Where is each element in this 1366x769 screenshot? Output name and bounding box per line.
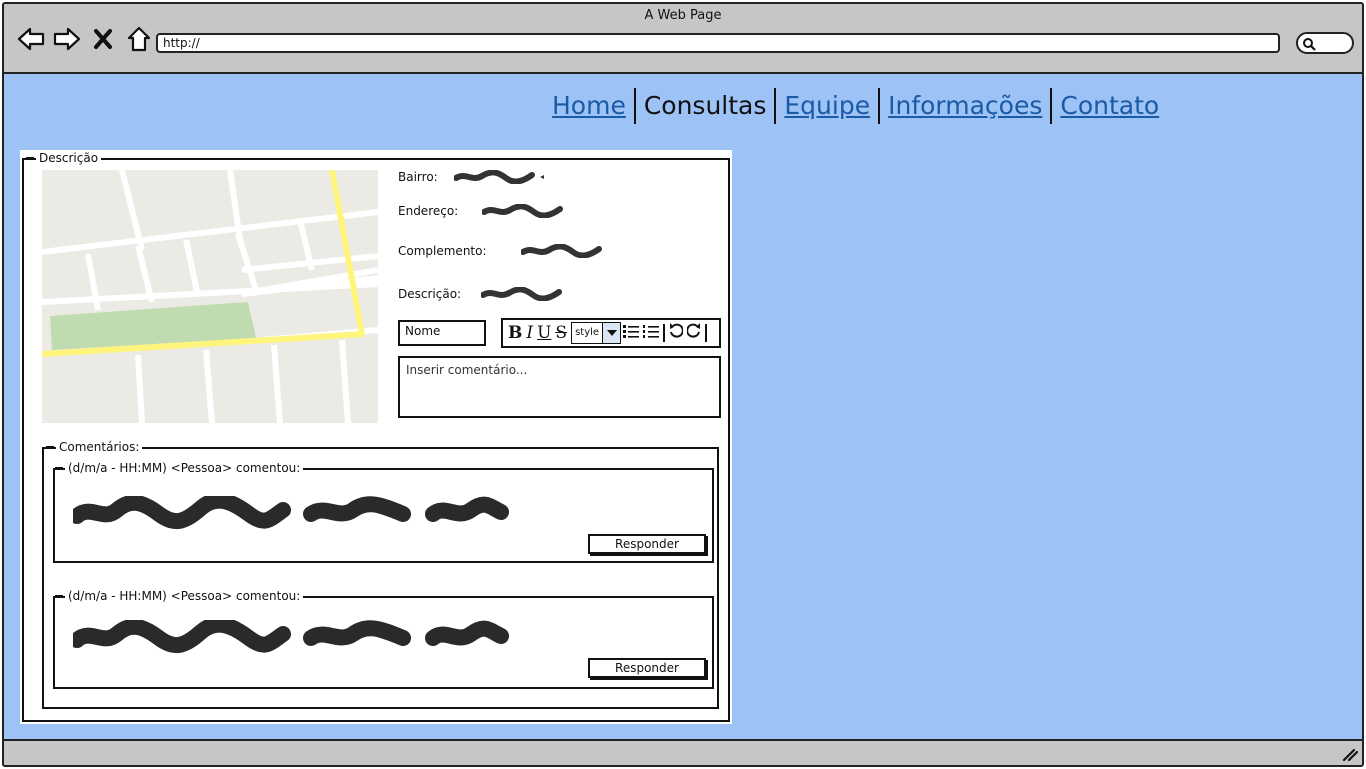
browser-window: A Web Page http:// Home Consultas Equipe… <box>2 2 1364 767</box>
back-icon[interactable] <box>16 24 46 54</box>
endereco-label: Endereço: <box>398 204 459 218</box>
redacted-text-scribble <box>482 204 564 218</box>
redacted-comment-scribble <box>73 620 509 654</box>
style-dropdown-label: style <box>572 323 603 343</box>
comment-item: (d/m/a - HH:MM) <Pessoa> comentou: Respo… <box>53 461 714 563</box>
reply-button[interactable]: Responder <box>588 658 706 678</box>
numbered-list-icon[interactable] <box>643 323 660 344</box>
undo-icon[interactable] <box>669 322 684 344</box>
menu-item-home[interactable]: Home <box>544 88 634 124</box>
menu-item-contato[interactable]: Contato <box>1052 88 1167 124</box>
field-bairro: Bairro: <box>398 170 554 184</box>
chevron-down-icon <box>602 323 621 343</box>
forward-icon[interactable] <box>52 24 82 54</box>
description-panel: Descrição Bairro: Endereço: Complemento:… <box>20 150 732 724</box>
toolbar-separator <box>705 324 708 342</box>
italic-button[interactable]: I <box>526 323 533 343</box>
comment-header: (d/m/a - HH:MM) <Pessoa> comentou: <box>54 589 304 603</box>
name-input[interactable]: Nome <box>398 320 486 346</box>
underline-button[interactable]: U <box>537 323 551 343</box>
complemento-label: Complemento: <box>398 244 487 258</box>
bairro-label: Bairro: <box>398 170 438 184</box>
menu-item-consultas[interactable]: Consultas <box>636 88 775 124</box>
location-map[interactable] <box>42 170 378 423</box>
search-icon <box>1303 38 1316 51</box>
bold-button[interactable]: B <box>508 323 522 343</box>
comments-legend: Comentários: <box>45 440 143 454</box>
menu-item-informacoes[interactable]: Informações <box>880 88 1050 124</box>
redacted-comment-scribble <box>73 496 509 530</box>
comment-item: (d/m/a - HH:MM) <Pessoa> comentou: Respo… <box>53 589 714 689</box>
toolbar-separator <box>663 324 666 342</box>
home-icon[interactable] <box>124 24 154 54</box>
field-descricao: Descrição: <box>398 287 565 301</box>
reply-button[interactable]: Responder <box>588 534 706 554</box>
url-bar[interactable]: http:// <box>156 33 1280 53</box>
close-icon[interactable] <box>88 24 118 54</box>
resize-grip-icon[interactable] <box>1342 749 1358 761</box>
field-endereco: Endereço: <box>398 204 566 218</box>
field-complemento: Complemento: <box>398 244 605 258</box>
bullet-list-icon[interactable] <box>623 323 640 344</box>
comment-textarea[interactable]: Inserir comentário... <box>398 356 721 418</box>
redacted-text-scribble <box>520 244 602 258</box>
browser-titlebar: A Web Page http:// <box>4 4 1362 74</box>
redo-icon[interactable] <box>686 322 701 344</box>
redacted-text-scribble <box>453 170 544 184</box>
descricao-label: Descrição: <box>398 287 462 301</box>
strikethrough-button[interactable]: S <box>555 323 567 343</box>
main-menu: Home Consultas Equipe Informações Contat… <box>544 88 1167 124</box>
rich-text-toolbar: B I U S style <box>501 318 721 348</box>
comment-header: (d/m/a - HH:MM) <Pessoa> comentou: <box>54 461 304 475</box>
description-legend: Descrição <box>25 151 102 165</box>
browser-search-box[interactable] <box>1296 32 1354 54</box>
style-dropdown[interactable]: style <box>571 322 622 344</box>
browser-statusbar <box>4 739 1362 765</box>
window-title: A Web Page <box>644 8 722 23</box>
redacted-text-scribble <box>481 287 563 301</box>
browser-nav <box>16 24 154 54</box>
menu-item-equipe[interactable]: Equipe <box>776 88 878 124</box>
